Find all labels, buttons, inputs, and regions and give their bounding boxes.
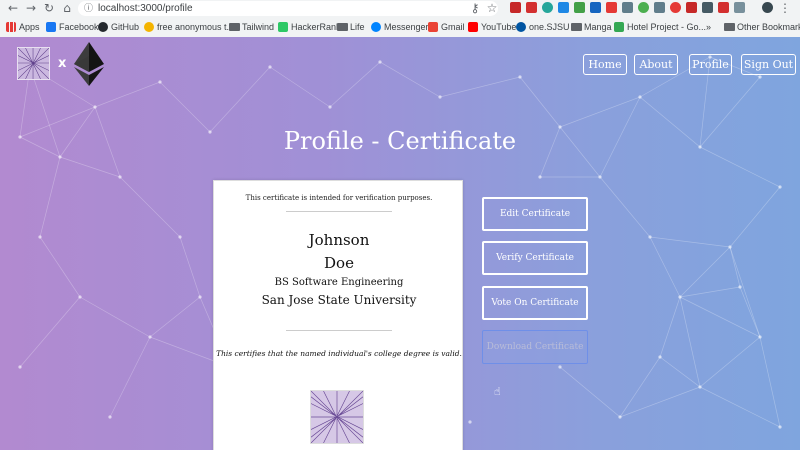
verify-certificate-button[interactable]: Verify Certificate bbox=[482, 241, 588, 275]
download-certificate-button[interactable]: Download Certificate bbox=[482, 330, 588, 364]
folder-icon bbox=[571, 23, 582, 31]
certificate-last-name: Doe bbox=[324, 254, 354, 272]
certificate-degree: BS Software Engineering bbox=[274, 277, 404, 288]
extension-icon[interactable] bbox=[590, 2, 601, 13]
nav-signout-button[interactable]: Sign Out bbox=[741, 54, 796, 75]
extension-icon[interactable] bbox=[654, 2, 665, 13]
bookmark-item[interactable]: Apps bbox=[6, 20, 40, 34]
reload-icon[interactable]: ↻ bbox=[42, 1, 56, 15]
certificate-statement: This certifies that the named individual… bbox=[216, 349, 462, 358]
nav-about-button[interactable]: About bbox=[634, 54, 678, 75]
info-icon: ⓘ bbox=[84, 3, 94, 13]
browser-chrome: ← → ↻ ⌂ ⓘ localhost:3000/profile ⚷ ☆ ⋮ A… bbox=[0, 0, 800, 38]
youtube-icon bbox=[468, 22, 478, 32]
extension-icon[interactable] bbox=[734, 2, 745, 13]
extension-icon[interactable] bbox=[686, 2, 697, 13]
extension-icon[interactable] bbox=[574, 2, 585, 13]
extension-icon[interactable] bbox=[510, 2, 521, 13]
avatar[interactable] bbox=[762, 2, 773, 13]
extension-icon[interactable] bbox=[606, 2, 617, 13]
key-icon[interactable]: ⚷ bbox=[468, 1, 482, 15]
back-icon[interactable]: ← bbox=[6, 1, 20, 15]
certificate-seal bbox=[310, 390, 364, 444]
menu-icon[interactable]: ⋮ bbox=[778, 1, 792, 15]
bookmark-folder[interactable]: Life bbox=[337, 20, 365, 34]
certificate-note: This certificate is intended for verific… bbox=[245, 194, 433, 202]
url-text: localhost:3000/profile bbox=[98, 3, 193, 14]
certificate-university: San Jose State University bbox=[261, 293, 417, 307]
facebook-icon bbox=[46, 22, 56, 32]
extension-icon[interactable] bbox=[542, 2, 553, 13]
extension-icon[interactable] bbox=[622, 2, 633, 13]
extension-icon[interactable] bbox=[670, 2, 681, 13]
bookmark-item[interactable]: free anonymous t... bbox=[144, 20, 234, 34]
certificate-first-name: Johnson bbox=[308, 231, 370, 249]
vote-certificate-button[interactable]: Vote On Certificate bbox=[482, 286, 588, 320]
divider bbox=[286, 211, 392, 212]
bookmark-folder[interactable]: Manga bbox=[571, 20, 612, 34]
page-title: Profile - Certificate bbox=[283, 127, 517, 155]
nav-profile-button[interactable]: Profile bbox=[689, 54, 732, 75]
bookmark-item[interactable]: Hotel Project - Go... bbox=[614, 20, 706, 34]
folder-icon bbox=[229, 23, 240, 31]
profile-page: x Home About Profile Sign Out Profile - … bbox=[0, 37, 800, 450]
grammarly-icon[interactable] bbox=[638, 2, 649, 13]
browser-toolbar: ← → ↻ ⌂ ⓘ localhost:3000/profile ⚷ ☆ ⋮ bbox=[0, 0, 800, 18]
hand-cursor-icon: ☝ bbox=[494, 385, 501, 398]
google-drive-icon bbox=[614, 22, 624, 32]
bookmark-item[interactable]: HackerRank bbox=[278, 20, 341, 34]
edit-certificate-button[interactable]: Edit Certificate bbox=[482, 197, 588, 231]
bookmark-item[interactable]: Messenger bbox=[371, 20, 429, 34]
messenger-icon bbox=[371, 22, 381, 32]
bookmark-item[interactable]: Gmail bbox=[428, 20, 465, 34]
apps-icon bbox=[6, 22, 16, 32]
bookmark-item[interactable]: GitHub bbox=[98, 20, 139, 34]
emoji-icon bbox=[144, 22, 154, 32]
extension-icon[interactable] bbox=[558, 2, 569, 13]
bookmarks-bar: Apps Facebook GitHub free anonymous t...… bbox=[0, 18, 800, 36]
hackerrank-icon bbox=[278, 22, 288, 32]
folder-icon bbox=[337, 23, 348, 31]
bookmark-folder[interactable]: Other Bookmarks bbox=[724, 20, 800, 34]
github-icon bbox=[98, 22, 108, 32]
extension-icon[interactable] bbox=[702, 2, 713, 13]
ethereum-icon bbox=[74, 42, 104, 86]
bookmark-folder[interactable]: Tailwind bbox=[229, 20, 274, 34]
divider bbox=[286, 330, 392, 331]
nav-home-button[interactable]: Home bbox=[583, 54, 627, 75]
address-bar[interactable]: ⓘ localhost:3000/profile bbox=[78, 1, 498, 16]
extension-icon[interactable] bbox=[718, 2, 729, 13]
bookmark-item[interactable]: YouTube bbox=[468, 20, 516, 34]
logo-separator: x bbox=[58, 56, 67, 71]
gmail-icon bbox=[428, 22, 438, 32]
certificate-card: This certificate is intended for verific… bbox=[213, 180, 463, 450]
star-icon[interactable]: ☆ bbox=[485, 1, 499, 15]
bookmark-item[interactable]: one.SJSU bbox=[516, 20, 570, 34]
sjsu-icon bbox=[516, 22, 526, 32]
home-icon[interactable]: ⌂ bbox=[60, 1, 74, 15]
app-logo bbox=[17, 47, 50, 80]
adblock-icon[interactable] bbox=[526, 2, 537, 13]
forward-icon[interactable]: → bbox=[24, 1, 38, 15]
bookmarks-overflow[interactable]: » bbox=[706, 20, 711, 34]
bookmark-item[interactable]: Facebook bbox=[46, 20, 99, 34]
folder-icon bbox=[724, 23, 735, 31]
